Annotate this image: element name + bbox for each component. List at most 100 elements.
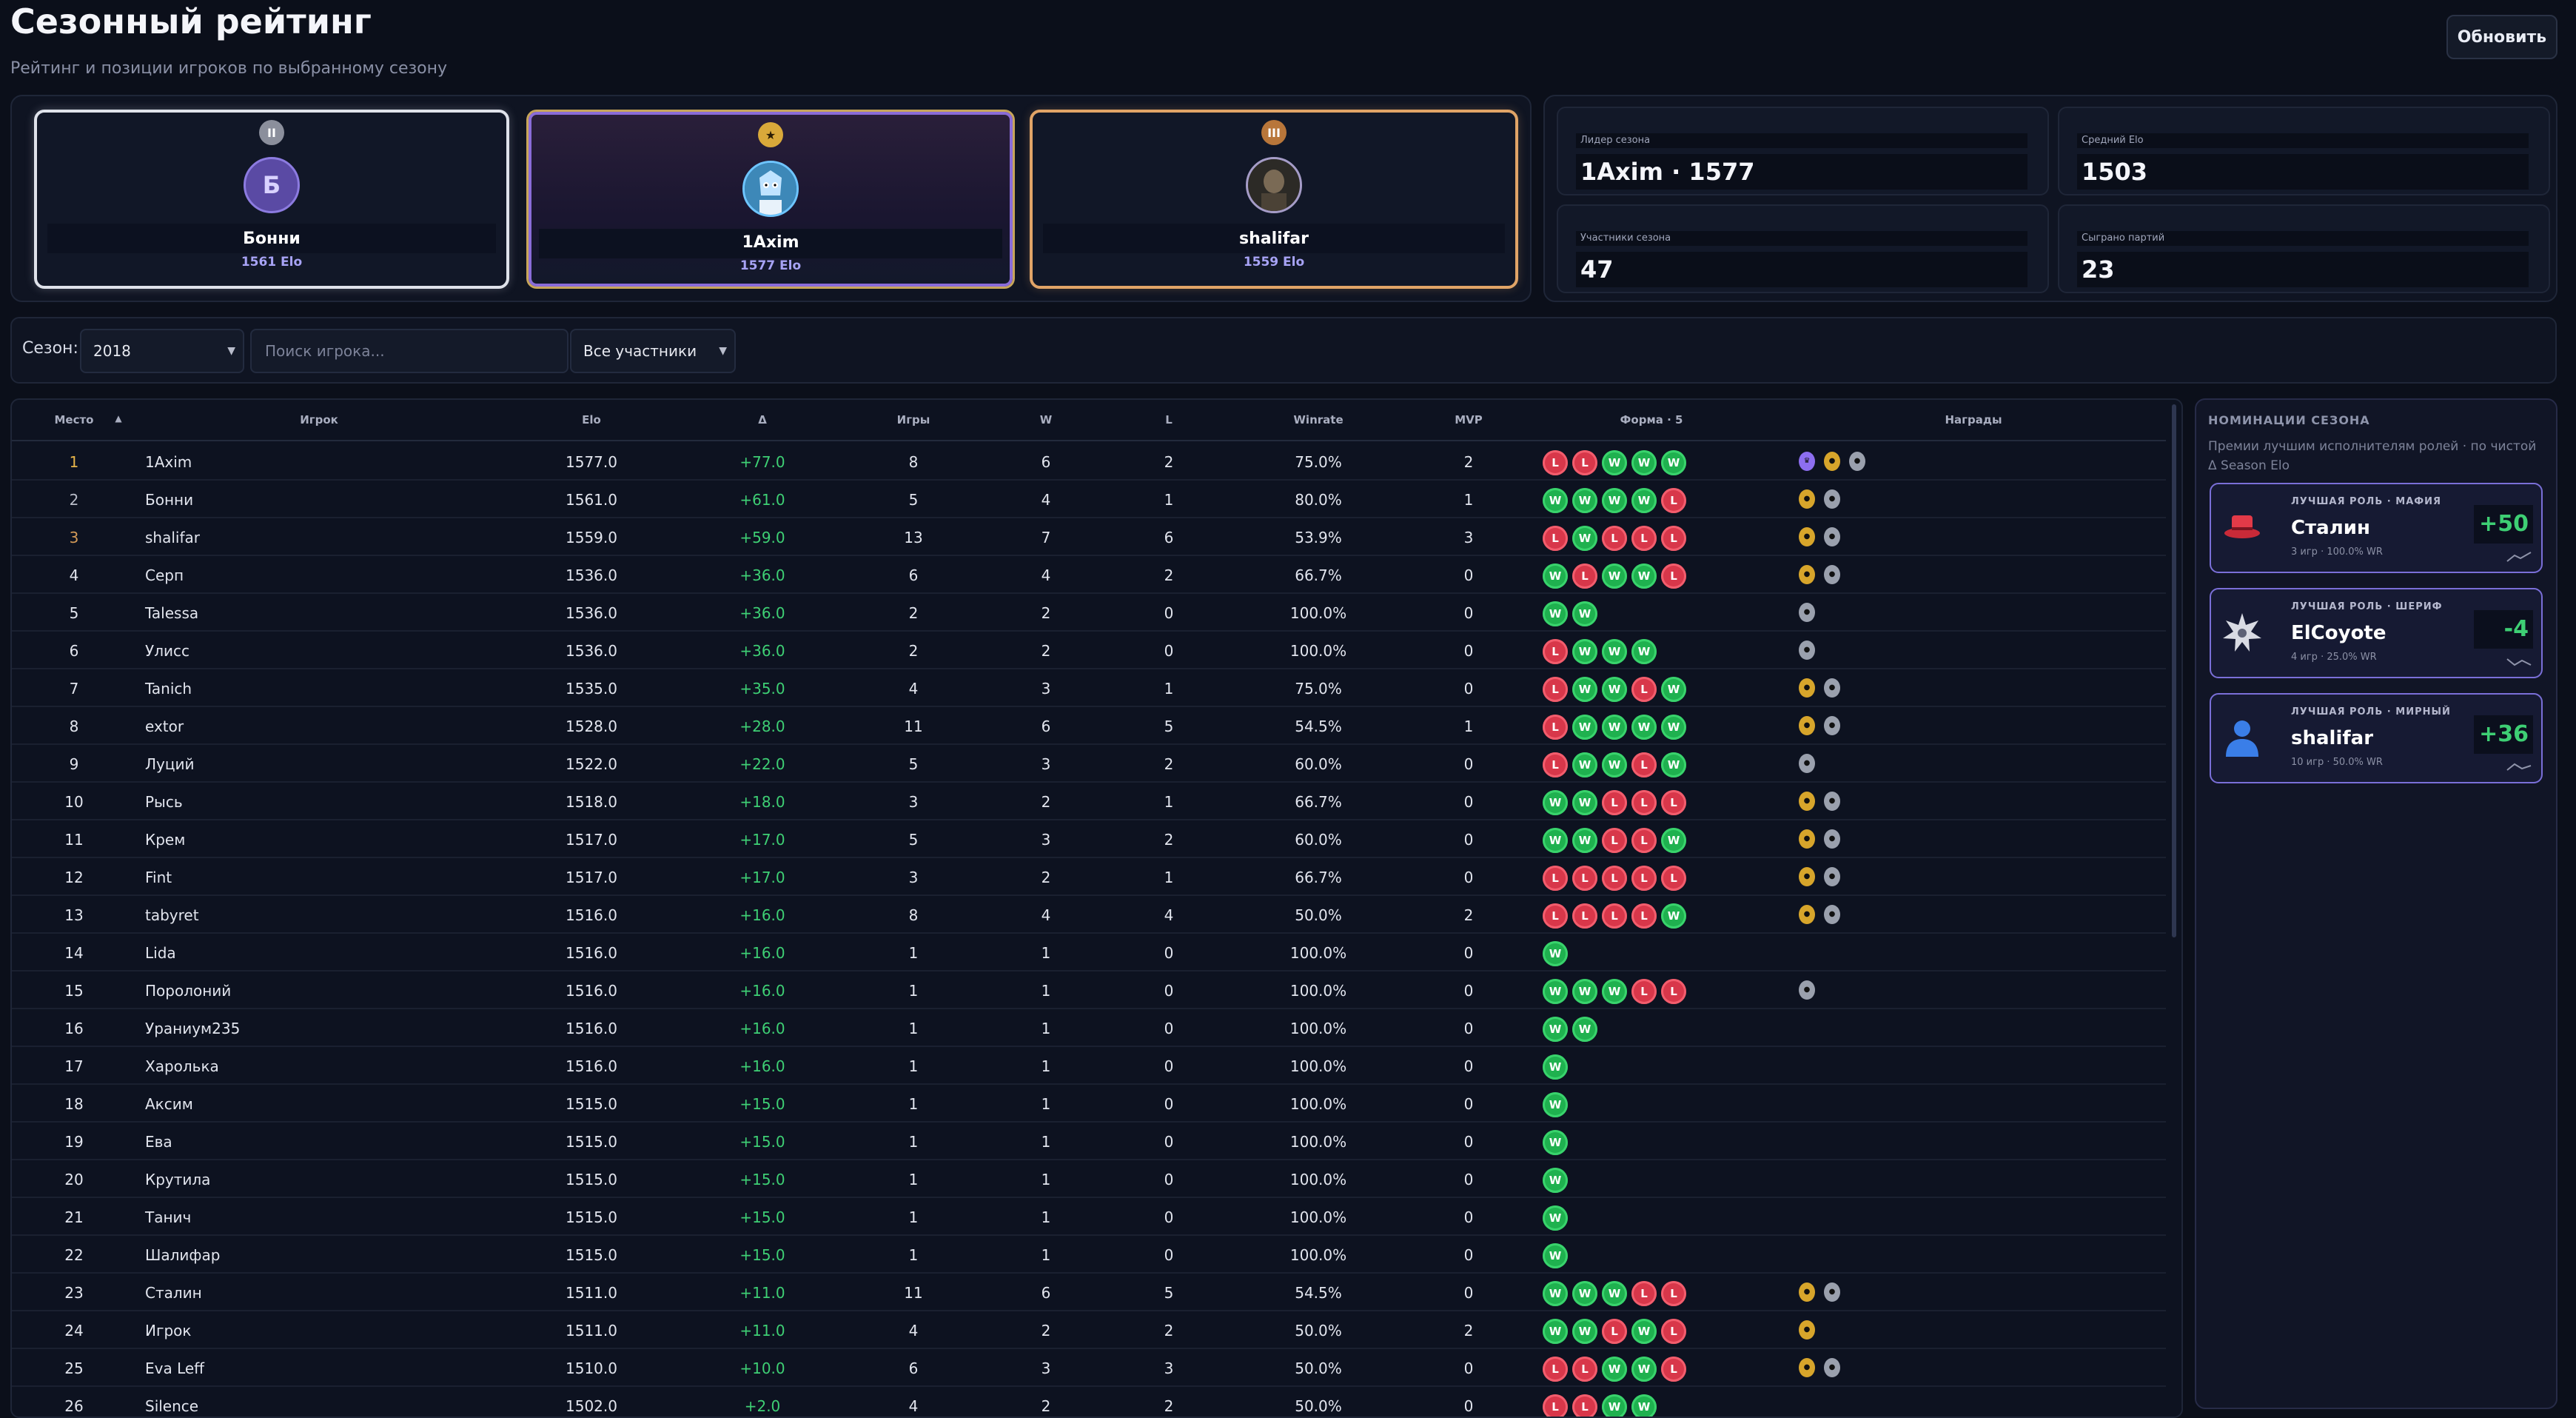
table-row[interactable]: 19 Ева 1515.0 +15.0 1 1 0 100.0% 0 W — [12, 1123, 2166, 1160]
season-select[interactable]: 2018 ▼ — [80, 329, 244, 373]
award-silver-medal-icon[interactable]: ● — [1824, 565, 1840, 584]
player-search-input[interactable] — [250, 329, 568, 373]
table-row[interactable]: 11 Крем 1517.0 +17.0 5 3 2 60.0% 0 W W L L W ● ● — [12, 820, 2166, 858]
cell-wins: 3 — [1041, 831, 1051, 849]
award-gold-medal-icon[interactable]: ● — [1799, 527, 1815, 546]
award-gold-medal-icon[interactable]: ● — [1799, 905, 1815, 924]
table-row[interactable]: 6 Улисс 1536.0 +36.0 2 2 0 100.0% 0 L W W W ● — [12, 632, 2166, 669]
award-gold-medal-icon[interactable]: ● — [1799, 489, 1815, 509]
podium-card-first[interactable]: ★ 1Axim 1577 Elo — [526, 110, 1015, 289]
award-silver-medal-icon[interactable]: ● — [1799, 603, 1815, 622]
award-silver-medal-icon[interactable]: ● — [1824, 527, 1840, 546]
participants-select[interactable]: Все участники ▼ — [570, 329, 736, 373]
award-gold-medal-icon[interactable]: ● — [1799, 678, 1815, 698]
col-place[interactable]: Место — [55, 413, 94, 427]
award-gold-medal-icon[interactable]: ● — [1799, 1282, 1815, 1302]
table-row[interactable]: 21 Танич 1515.0 +15.0 1 1 0 100.0% 0 W — [12, 1198, 2166, 1236]
award-gold-medal-icon[interactable]: ● — [1799, 716, 1815, 735]
cell-wins: 1 — [1041, 1020, 1051, 1037]
sort-asc-icon[interactable]: ▲ — [115, 413, 121, 424]
col-awards[interactable]: Награды — [1945, 413, 2002, 427]
col-form[interactable]: Форма · 5 — [1620, 413, 1683, 427]
award-gold-medal-icon[interactable]: ● — [1824, 452, 1840, 471]
table-scrollbar[interactable] — [2172, 404, 2176, 937]
col-player[interactable]: Игрок — [300, 413, 338, 427]
form-win-badge: W — [1661, 752, 1686, 777]
podium-card-third[interactable]: III shalifar 1559 Elo — [1030, 110, 1518, 289]
award-silver-medal-icon[interactable]: ● — [1799, 754, 1815, 773]
cell-games: 2 — [908, 642, 919, 660]
award-trophy-icon[interactable]: ♛ — [1799, 452, 1815, 471]
form-win-badge: W — [1572, 790, 1597, 815]
stat-value: 1503 — [2077, 154, 2529, 190]
award-silver-medal-icon[interactable]: ● — [1824, 1282, 1840, 1302]
table-row[interactable]: 18 Аксим 1515.0 +15.0 1 1 0 100.0% 0 W — [12, 1085, 2166, 1123]
cell-games: 1 — [908, 1171, 919, 1188]
table-row[interactable]: 22 Шалифар 1515.0 +15.0 1 1 0 100.0% 0 W — [12, 1236, 2166, 1274]
col-delta[interactable]: Δ — [758, 413, 767, 427]
form-win-badge: W — [1631, 715, 1657, 740]
refresh-button[interactable]: Обновить — [2446, 15, 2557, 59]
table-row[interactable]: 24 Игрок 1511.0 +11.0 4 2 2 50.0% 2 W W L W L ● — [12, 1311, 2166, 1349]
table-row[interactable]: 13 tabyret 1516.0 +16.0 8 4 4 50.0% 2 L L L L W ● ● — [12, 896, 2166, 934]
award-gold-medal-icon[interactable]: ● — [1799, 565, 1815, 584]
cell-wins: 1 — [1041, 982, 1051, 1000]
col-games[interactable]: Игры — [897, 413, 930, 427]
col-losses[interactable]: L — [1165, 413, 1173, 427]
col-wins[interactable]: W — [1040, 413, 1053, 427]
table-row[interactable]: 12 Fint 1517.0 +17.0 3 2 1 66.7% 0 L L L L L ● ● — [12, 858, 2166, 896]
award-gold-medal-icon[interactable]: ● — [1799, 1358, 1815, 1377]
cell-losses: 5 — [1164, 718, 1174, 735]
medal-silver-icon: II — [259, 120, 284, 145]
award-silver-medal-icon[interactable]: ● — [1824, 792, 1840, 811]
nomination-card-mafia[interactable]: ЛУЧШАЯ РОЛЬ · МАФИЯ Сталин 3 игр · 100.0… — [2210, 483, 2543, 573]
col-mvp[interactable]: MVP — [1455, 413, 1483, 427]
award-silver-medal-icon[interactable]: ● — [1824, 489, 1840, 509]
table-row[interactable]: 4 Серп 1536.0 +36.0 6 4 2 66.7% 0 W L W W L ● ● — [12, 556, 2166, 594]
table-row[interactable]: 14 Lida 1516.0 +16.0 1 1 0 100.0% 0 W — [12, 934, 2166, 971]
table-row[interactable]: 20 Крутила 1515.0 +15.0 1 1 0 100.0% 0 W — [12, 1160, 2166, 1198]
cell-mvp: 0 — [1463, 1133, 1474, 1151]
col-elo[interactable]: Elo — [582, 413, 601, 427]
table-row[interactable]: 5 Talessa 1536.0 +36.0 2 2 0 100.0% 0 W W ● — [12, 594, 2166, 632]
podium-card-second[interactable]: II Б Бонни 1561 Elo — [34, 110, 509, 289]
form-win-badge: W — [1631, 563, 1657, 589]
nomination-card-sheriff[interactable]: ЛУЧШАЯ РОЛЬ · ШЕРИФ ElCoyote 4 игр · 25.… — [2210, 588, 2543, 678]
award-silver-medal-icon[interactable]: ● — [1824, 867, 1840, 886]
cell-player: Рысь — [145, 793, 183, 811]
award-gold-medal-icon[interactable]: ● — [1799, 1320, 1815, 1340]
table-row[interactable]: 7 Tanich 1535.0 +35.0 4 3 1 75.0% 0 L W W L W ● ● — [12, 669, 2166, 707]
award-silver-medal-icon[interactable]: ● — [1799, 980, 1815, 1000]
award-silver-medal-icon[interactable]: ● — [1824, 1358, 1840, 1377]
cell-mvp: 3 — [1463, 529, 1474, 546]
cell-elo: 1522.0 — [566, 755, 617, 773]
award-silver-medal-icon[interactable]: ● — [1824, 905, 1840, 924]
award-silver-medal-icon[interactable]: ● — [1849, 452, 1865, 471]
table-row[interactable]: 25 Eva Leff 1510.0 +10.0 6 3 3 50.0% 0 L L W W L ● ● — [12, 1349, 2166, 1387]
award-silver-medal-icon[interactable]: ● — [1824, 829, 1840, 849]
table-row[interactable]: 23 Сталин 1511.0 +11.0 11 6 5 54.5% 0 W W W L L ● ● — [12, 1274, 2166, 1311]
table-row[interactable]: 17 Харолька 1516.0 +16.0 1 1 0 100.0% 0 W — [12, 1047, 2166, 1085]
form-loss-badge: L — [1631, 866, 1657, 891]
award-gold-medal-icon[interactable]: ● — [1799, 829, 1815, 849]
cell-wins: 2 — [1041, 1397, 1051, 1415]
table-row[interactable]: 2 Бонни 1561.0 +61.0 5 4 1 80.0% 1 W W W W L ● ● — [12, 481, 2166, 518]
award-gold-medal-icon[interactable]: ● — [1799, 867, 1815, 886]
table-row[interactable]: 1 1Axim 1577.0 +77.0 8 6 2 75.0% 2 L L W W W ♛ ● ● — [12, 443, 2166, 481]
table-row[interactable]: 9 Луций 1522.0 +22.0 5 3 2 60.0% 0 L W W L W ● — [12, 745, 2166, 783]
table-row[interactable]: 3 shalifar 1559.0 +59.0 13 7 6 53.9% 3 L W L L L ● ● — [12, 518, 2166, 556]
award-gold-medal-icon[interactable]: ● — [1799, 792, 1815, 811]
table-row[interactable]: 8 extor 1528.0 +28.0 11 6 5 54.5% 1 L W W W W ● ● — [12, 707, 2166, 745]
col-winrate[interactable]: Winrate — [1293, 413, 1343, 427]
award-silver-medal-icon[interactable]: ● — [1824, 678, 1840, 698]
cell-mvp: 0 — [1463, 869, 1474, 886]
table-row[interactable]: 26 Silence 1502.0 +2.0 4 2 2 50.0% 0 L L W W — [12, 1387, 2166, 1417]
table-row[interactable]: 15 Поролоний 1516.0 +16.0 1 1 0 100.0% 0 W W W L L ● — [12, 971, 2166, 1009]
award-silver-medal-icon[interactable]: ● — [1824, 716, 1840, 735]
nomination-card-civilian[interactable]: ЛУЧШАЯ РОЛЬ · МИРНЫЙ shalifar 10 игр · 5… — [2210, 693, 2543, 783]
cell-mvp: 1 — [1463, 491, 1474, 509]
table-row[interactable]: 16 Ураниум235 1516.0 +16.0 1 1 0 100.0% 0 W W — [12, 1009, 2166, 1047]
award-silver-medal-icon[interactable]: ● — [1799, 641, 1815, 660]
table-row[interactable]: 10 Рысь 1518.0 +18.0 3 2 1 66.7% 0 W W L L L ● ● — [12, 783, 2166, 820]
cell-delta: +16.0 — [739, 944, 785, 962]
